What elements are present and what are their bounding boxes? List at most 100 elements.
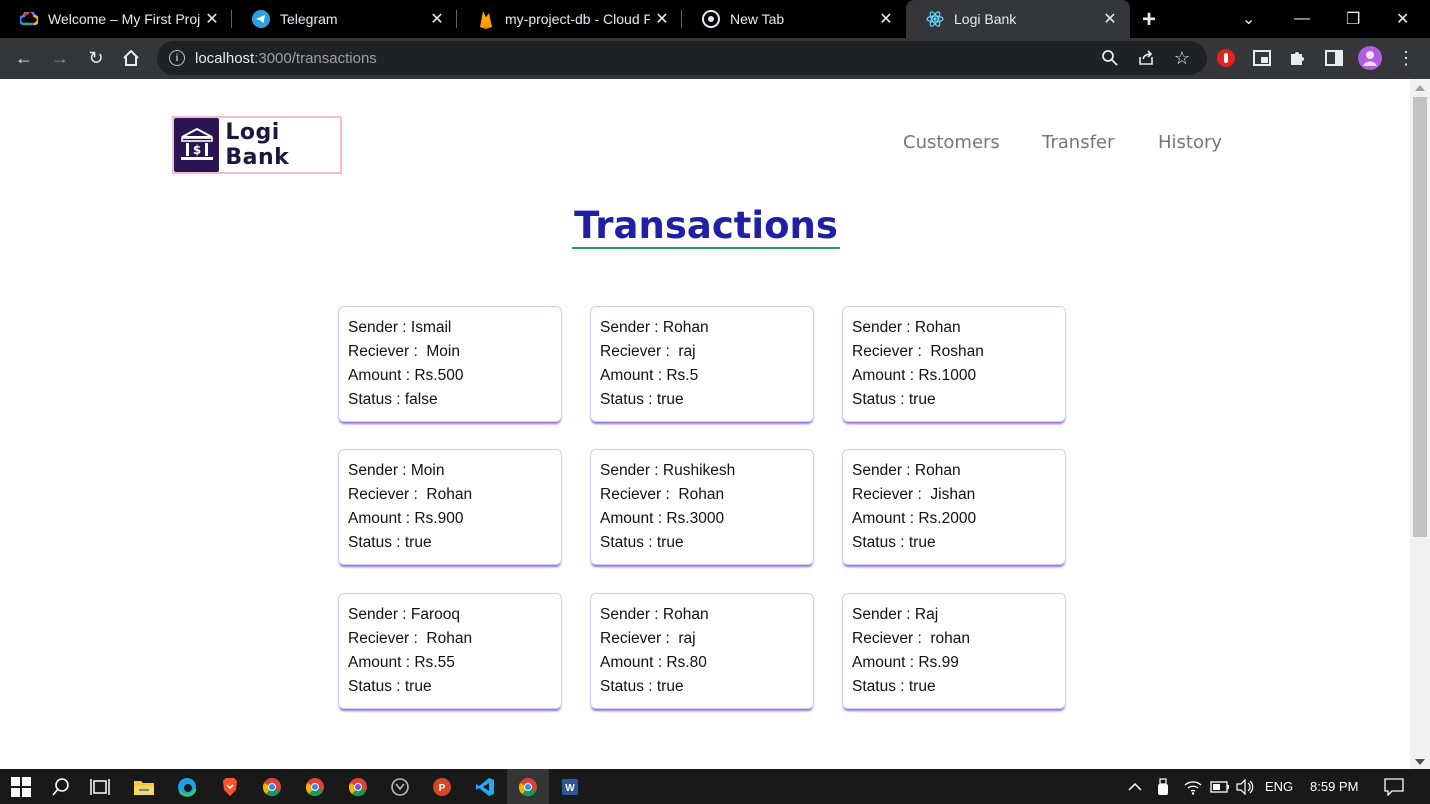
svg-text:$: $ [192,143,200,157]
logo-text: Logi Bank [225,120,290,170]
extensions-puzzle-icon[interactable] [1286,46,1310,70]
scrollbar-thumb[interactable] [1413,97,1427,537]
tab-title: Telegram [280,11,338,27]
amount: Amount : Rs.900 [348,510,464,527]
nav-transfer[interactable]: Transfer [1042,132,1114,153]
volume-icon[interactable] [1236,769,1254,804]
receiver: Reciever : raj [600,343,696,360]
side-panel-icon[interactable] [1322,46,1346,70]
tab-search-icon[interactable]: ⌄ [1242,0,1255,38]
chrome-canary-icon[interactable] [345,774,371,800]
notifications-icon[interactable] [1384,769,1404,804]
tab-title: Welcome – My First Proje [48,11,200,27]
url-path: :3000/transactions [254,49,377,67]
receiver: Reciever : Moin [348,343,460,360]
scroll-up-icon[interactable] [1415,85,1425,91]
battery-icon[interactable] [1210,769,1230,804]
amount: Amount : Rs.55 [348,654,455,671]
windows-taskbar: P W ENG 8:59 PM [0,769,1430,804]
url-host: localhost [195,49,255,67]
browser-toolbar: ← → ↻ i localhost:3000/transactions ☆ ⋮ [0,38,1430,79]
logo[interactable]: $ Logi Bank [172,116,342,174]
bank-icon: $ [174,118,220,172]
word-icon[interactable]: W [557,774,583,800]
powerpoint-icon[interactable]: P [429,774,455,800]
profile-avatar[interactable] [1358,46,1382,70]
sender: Sender : Rushikesh [600,462,736,479]
file-explorer-icon[interactable] [131,774,157,800]
receiver: Reciever : Rohan [600,486,725,503]
github-desktop-icon[interactable] [387,774,413,800]
status: Status : true [600,678,684,695]
receiver: Reciever : Roshan [852,343,984,360]
receiver: Reciever : Rohan [348,486,473,503]
page-viewport: $ Logi Bank Customers Transfer History T… [0,79,1410,769]
sender: Sender : Farooq [348,606,461,623]
firebase-icon [477,10,495,29]
forward-icon[interactable]: → [48,46,72,70]
search-icon[interactable] [48,774,74,800]
site-info-icon[interactable]: i [169,50,185,66]
back-icon[interactable]: ← [12,46,36,70]
amount: Amount : Rs.500 [348,367,464,384]
picture-in-picture-icon[interactable] [1250,46,1274,70]
transaction-card: Sender : Farooq Reciever : Rohan Amount … [338,593,562,709]
transaction-card: Sender : Rohan Reciever : Jishan Amount … [842,449,1066,565]
sender: Sender : Rohan [852,462,961,479]
svg-text:P: P [439,783,446,794]
chrome-active-icon[interactable] [507,769,549,804]
receiver: Reciever : Jishan [852,486,976,503]
chrome-profile-icon[interactable] [302,774,328,800]
tab-firebase[interactable]: my-project-db - Cloud Fir ✕ [457,0,682,38]
extension-red-icon[interactable] [1214,46,1238,70]
close-icon[interactable]: ✕ [874,9,898,29]
page-title: Transactions [574,204,838,247]
close-icon[interactable]: ✕ [650,9,674,29]
nav-customers[interactable]: Customers [903,132,1000,153]
zoom-icon[interactable] [1098,46,1122,70]
share-icon[interactable] [1134,46,1158,70]
telegram-icon [252,10,270,28]
sender: Sender : Ismail [348,319,452,336]
language-indicator[interactable]: ENG [1265,769,1293,804]
nav-history[interactable]: History [1158,132,1222,153]
tab-title: my-project-db - Cloud Fir [505,11,650,27]
address-bar[interactable]: i localhost:3000/transactions [157,41,1207,75]
transaction-card: Sender : Rohan Reciever : raj Amount : R… [590,306,814,422]
tab-logi-bank[interactable]: Logi Bank ✕ [906,0,1130,38]
menu-kebab-icon[interactable]: ⋮ [1394,46,1418,70]
close-icon[interactable]: ✕ [1098,9,1122,29]
close-icon[interactable]: ✕ [425,9,449,29]
sender: Sender : Rohan [600,606,709,623]
amount: Amount : Rs.5 [600,367,699,384]
home-icon[interactable] [119,46,143,70]
show-hidden-icons[interactable] [1128,769,1142,804]
restore-icon[interactable]: ❐ [1346,0,1360,38]
receiver: Reciever : rohan [852,630,971,647]
chrome-icon[interactable] [259,774,285,800]
tab-new-tab[interactable]: New Tab ✕ [682,0,906,38]
usb-drive-icon[interactable] [1157,769,1169,804]
task-view-icon[interactable] [88,774,114,800]
sender: Sender : Rohan [600,319,709,336]
close-window-icon[interactable]: ✕ [1396,0,1409,38]
transaction-card: Sender : Rushikesh Reciever : Rohan Amou… [590,449,814,565]
minimize-icon[interactable]: — [1294,0,1310,38]
vertical-scrollbar[interactable] [1410,79,1430,769]
clock[interactable]: 8:59 PM [1310,769,1358,804]
scroll-down-icon[interactable] [1415,759,1425,765]
tab-telegram[interactable]: Telegram ✕ [232,0,457,38]
status: Status : true [348,678,432,695]
brave-icon[interactable] [217,774,243,800]
windows-start-icon[interactable] [8,774,34,800]
close-icon[interactable]: ✕ [200,9,224,29]
bookmark-star-icon[interactable]: ☆ [1170,46,1194,70]
status: Status : true [600,534,684,551]
amount: Amount : Rs.80 [600,654,707,671]
vscode-icon[interactable] [472,774,498,800]
network-icon[interactable] [1184,769,1202,804]
reload-icon[interactable]: ↻ [84,46,108,70]
new-tab-button[interactable]: + [1142,6,1156,34]
edge-icon[interactable] [174,774,200,800]
tab-welcome[interactable]: Welcome – My First Proje ✕ [0,0,232,38]
